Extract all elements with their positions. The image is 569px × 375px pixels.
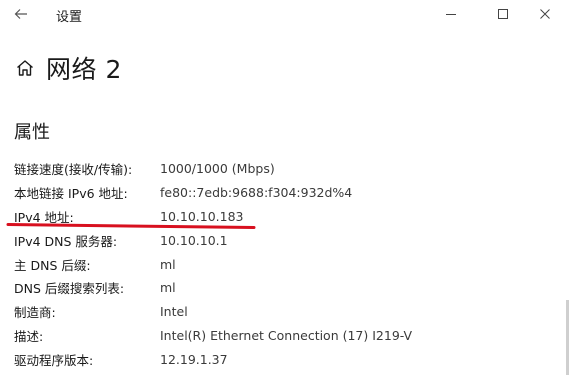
section-title: 属性: [14, 122, 50, 143]
property-row-dns-suffix-search: DNS 后缀搜索列表: ml: [14, 276, 564, 300]
property-value: 10.10.10.1: [160, 232, 228, 248]
property-value: 1000/1000 (Mbps): [160, 161, 275, 177]
property-label: 链接速度(接收/传输):: [14, 162, 133, 178]
property-value: Intel(R) Ethernet Connection (17) I219-V: [160, 327, 413, 343]
property-value: 12.19.1.37: [160, 351, 228, 367]
page-heading: 网络 2: [14, 50, 122, 86]
property-label: 描述:: [14, 328, 44, 344]
home-icon: [14, 57, 36, 79]
property-row-primary-dns-suffix: 主 DNS 后缀: ml: [14, 252, 564, 276]
maximize-icon: [498, 9, 508, 19]
property-value: ml: [160, 280, 176, 296]
property-value: ml: [160, 256, 176, 272]
property-row-ipv4-dns: IPv4 DNS 服务器: 10.10.10.1: [14, 228, 564, 252]
maximize-button[interactable]: [490, 4, 516, 24]
red-underline-annotation: [6, 223, 256, 229]
property-label: DNS 后缀搜索列表:: [14, 281, 125, 297]
property-row-description: 描述: Intel(R) Ethernet Connection (17) I2…: [14, 324, 564, 348]
minimize-button[interactable]: [438, 4, 464, 24]
back-button[interactable]: [10, 4, 32, 24]
minimize-icon: [446, 14, 456, 15]
property-row-manufacturer: 制造商: Intel: [14, 300, 564, 324]
property-label: 主 DNS 后缀:: [14, 257, 91, 273]
property-label: 驱动程序版本:: [14, 352, 94, 368]
close-icon: [540, 9, 550, 19]
title-bar: 设置: [0, 0, 569, 30]
window-title: 设置: [56, 10, 83, 25]
close-button[interactable]: [532, 4, 558, 24]
properties-list: 链接速度(接收/传输): 1000/1000 (Mbps) 本地链接 IPv6 …: [14, 157, 564, 371]
page-title: 网络 2: [46, 55, 122, 84]
property-row-driver-version: 驱动程序版本: 12.19.1.37: [14, 347, 564, 371]
settings-window: 设置 网络 2 属性 链接速度(接收/传输): 1000/1000 (Mbps)…: [0, 0, 569, 375]
property-label: IPv4 DNS 服务器:: [14, 233, 118, 249]
back-arrow-icon: [14, 9, 27, 19]
property-label: 制造商:: [14, 305, 56, 321]
property-value: fe80::7edb:9688:f304:932d%4: [160, 185, 353, 201]
property-row-link-speed: 链接速度(接收/传输): 1000/1000 (Mbps): [14, 157, 564, 181]
property-value: Intel: [160, 304, 188, 320]
property-label: 本地链接 IPv6 地址:: [14, 186, 128, 202]
property-row-ipv6-address: 本地链接 IPv6 地址: fe80::7edb:9688:f304:932d%…: [14, 181, 564, 205]
